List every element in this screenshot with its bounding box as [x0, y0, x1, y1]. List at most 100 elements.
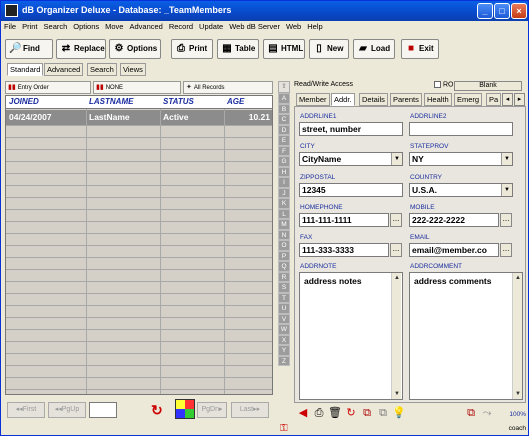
city-select[interactable]: CityName ▼ [299, 152, 403, 166]
tab-member[interactable]: Member [296, 93, 330, 106]
alpha-up-icon[interactable]: ⇧ [278, 81, 290, 93]
alpha-r[interactable]: R [278, 271, 290, 282]
tab-search[interactable]: Search [87, 63, 117, 76]
alpha-j[interactable]: J [278, 187, 290, 198]
menu-print[interactable]: Print [19, 21, 40, 32]
email-field[interactable]: email@member.co [409, 243, 499, 257]
last-button[interactable]: Last▸▸ [231, 402, 269, 418]
alpha-w[interactable]: W [278, 324, 290, 335]
entry-order-button[interactable]: ▮▮ Entry Order [5, 81, 91, 94]
undo-icon[interactable]: ↻ [344, 406, 358, 420]
copy-record-icon[interactable]: ⧉ [360, 406, 374, 420]
menu-update[interactable]: Update [196, 21, 226, 32]
first-button[interactable]: ◂◂First [7, 402, 45, 418]
replace-button[interactable]: ⇄ Replace [56, 39, 106, 59]
chevron-down-icon[interactable]: ▼ [391, 153, 402, 165]
column-age[interactable]: AGE [227, 97, 244, 106]
blank-button[interactable]: Blank [454, 81, 522, 91]
alpha-d[interactable]: D [278, 124, 290, 135]
alpha-h[interactable]: H [278, 166, 290, 177]
trash-icon[interactable]: 🗑 [328, 406, 342, 420]
read-only-toggle[interactable]: RO [434, 81, 453, 88]
alpha-n[interactable]: N [278, 229, 290, 240]
country-select[interactable]: U.S.A. ▼ [409, 183, 513, 197]
addrcomment-scrollbar[interactable]: ▲ ▼ [512, 273, 522, 399]
mobile-field[interactable]: 222-222-2222 [409, 213, 499, 227]
column-lastname[interactable]: LASTNAME [89, 97, 133, 106]
chevron-down-icon[interactable]: ▼ [501, 153, 512, 165]
printer-icon[interactable]: ⎙ [312, 406, 326, 420]
alpha-y[interactable]: Y [278, 345, 290, 356]
record-number-input[interactable] [89, 402, 117, 418]
pgup-button[interactable]: ◂◂PgUp [48, 402, 86, 418]
alpha-c[interactable]: C [278, 114, 290, 125]
new-button[interactable]: ▯ New [309, 39, 349, 59]
alpha-a[interactable]: A [278, 93, 290, 104]
alpha-x[interactable]: X [278, 334, 290, 345]
menu-search[interactable]: Search [41, 21, 71, 32]
addrline1-field[interactable]: street, number [299, 122, 403, 136]
alpha-q[interactable]: Q [278, 261, 290, 272]
menu-file[interactable]: File [1, 21, 19, 32]
tab-addr[interactable]: Addr. [331, 93, 355, 106]
tab-advanced[interactable]: Advanced [44, 63, 84, 76]
close-button[interactable]: × [511, 3, 527, 19]
refresh-icon[interactable]: ↻ [151, 402, 163, 419]
menu-record[interactable]: Record [166, 21, 196, 32]
email-more-button[interactable]: ... [500, 243, 512, 257]
tab-scroll-right-icon[interactable]: ▸ [514, 93, 525, 106]
ro-checkbox[interactable] [434, 81, 441, 88]
addrcomment-textarea[interactable]: address comments [409, 272, 523, 400]
alpha-o[interactable]: O [278, 240, 290, 251]
addrline2-field[interactable] [409, 122, 513, 136]
tab-views[interactable]: Views [120, 63, 146, 76]
alpha-t[interactable]: T [278, 292, 290, 303]
maximize-button[interactable]: □ [494, 3, 510, 19]
alpha-e[interactable]: E [278, 135, 290, 146]
tab-standard[interactable]: Standard [7, 63, 44, 76]
lightbulb-icon[interactable]: 💡 [392, 406, 406, 420]
tab-parents[interactable]: Parents [390, 93, 422, 106]
fax-field[interactable]: 111-333-3333 [299, 243, 389, 257]
options-button[interactable]: ⚙ Options [109, 39, 161, 59]
menu-web[interactable]: Web [283, 21, 304, 32]
sort-none-button[interactable]: ▮▮ NONE [93, 81, 181, 94]
mobile-more-button[interactable]: ... [500, 213, 512, 227]
homephone-field[interactable]: 111-111-1111 [299, 213, 389, 227]
column-joined[interactable]: JOINED [9, 97, 39, 106]
scroll-down-icon[interactable]: ▼ [392, 389, 402, 399]
alpha-i[interactable]: I [278, 177, 290, 188]
alpha-v[interactable]: V [278, 313, 290, 324]
alpha-z[interactable]: Z [278, 355, 290, 366]
tab-scroll-left-icon[interactable]: ◂ [502, 93, 513, 106]
find-button[interactable]: 🔎 Find [5, 39, 53, 59]
back-arrow-icon[interactable]: ◀ [296, 406, 310, 420]
print-button[interactable]: ⎙ Print [171, 39, 213, 59]
table-button[interactable]: ▦ Table [217, 39, 259, 59]
minimize-button[interactable]: _ [477, 3, 493, 19]
color-palette-icon[interactable] [175, 399, 195, 419]
scroll-up-icon[interactable]: ▲ [513, 273, 523, 283]
all-records-button[interactable]: ✦ All Records [183, 81, 273, 94]
alpha-f[interactable]: F [278, 145, 290, 156]
alpha-k[interactable]: K [278, 198, 290, 209]
alpha-u[interactable]: U [278, 303, 290, 314]
alpha-s[interactable]: S [278, 282, 290, 293]
menu-web-db-server[interactable]: Web dB Server [226, 21, 283, 32]
scroll-down-icon[interactable]: ▼ [513, 389, 523, 399]
tab-pa[interactable]: Pa [486, 93, 502, 106]
load-button[interactable]: ▰ Load [353, 39, 395, 59]
column-status[interactable]: STATUS [163, 97, 194, 106]
tab-emerg[interactable]: Emerg [454, 93, 483, 106]
homephone-more-button[interactable]: ... [390, 213, 402, 227]
addrnote-textarea[interactable]: address notes [299, 272, 403, 400]
menu-options[interactable]: Options [70, 21, 102, 32]
html-button[interactable]: ▤ HTML [263, 39, 305, 59]
scroll-up-icon[interactable]: ▲ [392, 273, 402, 283]
menu-move[interactable]: Move [102, 21, 126, 32]
tab-details[interactable]: Details [359, 93, 388, 106]
paste-record-icon[interactable]: ⧉ [376, 406, 390, 420]
table-row[interactable]: 04/24/2007 LastName Active 10.21 [6, 110, 272, 125]
alpha-m[interactable]: M [278, 219, 290, 230]
alpha-l[interactable]: L [278, 208, 290, 219]
